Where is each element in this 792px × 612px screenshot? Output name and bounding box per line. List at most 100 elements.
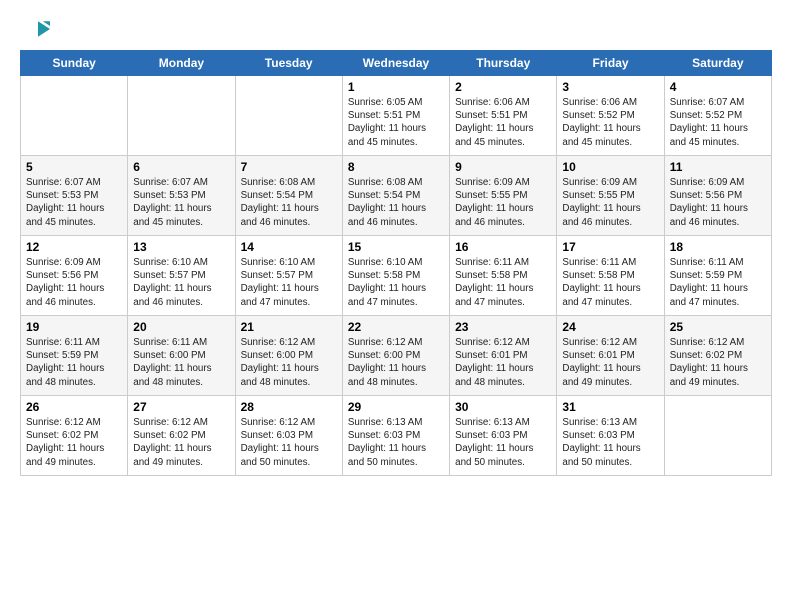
day-number: 12 xyxy=(26,240,122,254)
weekday-monday: Monday xyxy=(128,51,235,76)
day-info: Sunrise: 6:07 AMSunset: 5:53 PMDaylight:… xyxy=(26,176,122,229)
day-cell: 12 Sunrise: 6:09 AMSunset: 5:56 PMDayligh… xyxy=(21,236,128,316)
day-info: Sunrise: 6:09 AMSunset: 5:55 PMDaylight:… xyxy=(455,176,551,229)
weekday-sunday: Sunday xyxy=(21,51,128,76)
day-info: Sunrise: 6:11 AMSunset: 6:00 PMDaylight:… xyxy=(133,336,229,389)
day-cell: 25Sunrise: 6:12 AMSunset: 6:02 PMDayligh… xyxy=(664,316,771,396)
day-info: Sunrise: 6:09 AMSunset: 5:56 PMDaylight:… xyxy=(670,176,766,229)
day-cell: 30 Sunrise: 6:13 AMSunset: 6:03 PMDayligh… xyxy=(450,396,557,476)
day-cell: 20Sunrise: 6:11 AMSunset: 6:00 PMDayligh… xyxy=(128,316,235,396)
day-info: Sunrise: 6:13 AMSunset: 6:03 PMDaylight:… xyxy=(562,416,658,469)
day-info: Sunrise: 6:13 AMSunset: 6:03 PMDaylight:… xyxy=(455,416,551,469)
week-row-2: 5 Sunrise: 6:07 AMSunset: 5:53 PMDaylight… xyxy=(21,156,772,236)
day-number: 30 xyxy=(455,400,551,414)
day-number: 23 xyxy=(455,320,551,334)
logo-icon xyxy=(20,20,50,38)
day-number: 15 xyxy=(348,240,444,254)
day-number: 16 xyxy=(455,240,551,254)
day-number: 17 xyxy=(562,240,658,254)
day-info: Sunrise: 6:12 AMSunset: 6:00 PMDaylight:… xyxy=(348,336,444,389)
day-number: 22 xyxy=(348,320,444,334)
day-info: Sunrise: 6:12 AMSunset: 6:03 PMDaylight:… xyxy=(241,416,337,469)
day-cell: 10Sunrise: 6:09 AMSunset: 5:55 PMDayligh… xyxy=(557,156,664,236)
day-info: Sunrise: 6:12 AMSunset: 6:01 PMDaylight:… xyxy=(455,336,551,389)
weekday-row: SundayMondayTuesdayWednesdayThursdayFrid… xyxy=(21,51,772,76)
day-info: Sunrise: 6:09 AMSunset: 5:56 PMDaylight:… xyxy=(26,256,122,309)
day-number: 8 xyxy=(348,160,444,174)
day-info: Sunrise: 6:12 AMSunset: 6:01 PMDaylight:… xyxy=(562,336,658,389)
day-cell xyxy=(128,76,235,156)
day-number: 31 xyxy=(562,400,658,414)
weekday-friday: Friday xyxy=(557,51,664,76)
day-cell: 24 Sunrise: 6:12 AMSunset: 6:01 PMDayligh… xyxy=(557,316,664,396)
day-number: 14 xyxy=(241,240,337,254)
day-cell: 26Sunrise: 6:12 AMSunset: 6:02 PMDayligh… xyxy=(21,396,128,476)
day-info: Sunrise: 6:07 AMSunset: 5:52 PMDaylight:… xyxy=(670,96,766,149)
day-cell: 9 Sunrise: 6:09 AMSunset: 5:55 PMDaylight… xyxy=(450,156,557,236)
day-info: Sunrise: 6:08 AMSunset: 5:54 PMDaylight:… xyxy=(348,176,444,229)
day-info: Sunrise: 6:06 AMSunset: 5:52 PMDaylight:… xyxy=(562,96,658,149)
day-number: 10 xyxy=(562,160,658,174)
day-cell xyxy=(21,76,128,156)
week-row-5: 26 Sunrise: 6:12 AMSunset: 6:02 PMDayligh… xyxy=(21,396,772,476)
day-cell: 7 Sunrise: 6:08 AMSunset: 5:54 PMDaylight… xyxy=(235,156,342,236)
day-info: Sunrise: 6:10 AMSunset: 5:58 PMDaylight:… xyxy=(348,256,444,309)
day-number: 29 xyxy=(348,400,444,414)
day-cell: 2 Sunrise: 6:06 AMSunset: 5:51 PMDaylight… xyxy=(450,76,557,156)
day-cell xyxy=(664,396,771,476)
day-info: Sunrise: 6:11 AMSunset: 5:59 PMDaylight:… xyxy=(26,336,122,389)
day-cell: 19 Sunrise: 6:11 AMSunset: 5:59 PMDayligh… xyxy=(21,316,128,396)
logo xyxy=(20,20,50,40)
day-number: 5 xyxy=(26,160,122,174)
day-cell: 4Sunrise: 6:07 AMSunset: 5:52 PMDaylight… xyxy=(664,76,771,156)
day-cell: 18Sunrise: 6:11 AMSunset: 5:59 PMDayligh… xyxy=(664,236,771,316)
day-number: 2 xyxy=(455,80,551,94)
day-info: Sunrise: 6:12 AMSunset: 6:02 PMDaylight:… xyxy=(133,416,229,469)
day-number: 25 xyxy=(670,320,766,334)
week-row-4: 19 Sunrise: 6:11 AMSunset: 5:59 PMDayligh… xyxy=(21,316,772,396)
day-number: 27 xyxy=(133,400,229,414)
weekday-saturday: Saturday xyxy=(664,51,771,76)
day-number: 7 xyxy=(241,160,337,174)
day-info: Sunrise: 6:08 AMSunset: 5:54 PMDaylight:… xyxy=(241,176,337,229)
day-cell: 21 Sunrise: 6:12 AMSunset: 6:00 PMDayligh… xyxy=(235,316,342,396)
day-number: 28 xyxy=(241,400,337,414)
day-cell: 29Sunrise: 6:13 AMSunset: 6:03 PMDayligh… xyxy=(342,396,449,476)
day-cell: 6Sunrise: 6:07 AMSunset: 5:53 PMDaylight… xyxy=(128,156,235,236)
day-number: 9 xyxy=(455,160,551,174)
calendar: SundayMondayTuesdayWednesdayThursdayFrid… xyxy=(20,50,772,476)
day-info: Sunrise: 6:12 AMSunset: 6:00 PMDaylight:… xyxy=(241,336,337,389)
day-number: 1 xyxy=(348,80,444,94)
day-info: Sunrise: 6:05 AMSunset: 5:51 PMDaylight:… xyxy=(348,96,444,149)
day-number: 24 xyxy=(562,320,658,334)
calendar-header: SundayMondayTuesdayWednesdayThursdayFrid… xyxy=(21,51,772,76)
day-number: 18 xyxy=(670,240,766,254)
weekday-wednesday: Wednesday xyxy=(342,51,449,76)
day-cell: 1 Sunrise: 6:05 AMSunset: 5:51 PMDaylight… xyxy=(342,76,449,156)
day-info: Sunrise: 6:10 AMSunset: 5:57 PMDaylight:… xyxy=(133,256,229,309)
day-info: Sunrise: 6:10 AMSunset: 5:57 PMDaylight:… xyxy=(241,256,337,309)
day-cell: 14 Sunrise: 6:10 AMSunset: 5:57 PMDayligh… xyxy=(235,236,342,316)
day-number: 19 xyxy=(26,320,122,334)
day-number: 26 xyxy=(26,400,122,414)
day-cell xyxy=(235,76,342,156)
day-cell: 27 Sunrise: 6:12 AMSunset: 6:02 PMDayligh… xyxy=(128,396,235,476)
day-cell: 11 Sunrise: 6:09 AMSunset: 5:56 PMDayligh… xyxy=(664,156,771,236)
day-cell: 31 Sunrise: 6:13 AMSunset: 6:03 PMDayligh… xyxy=(557,396,664,476)
calendar-body: 1 Sunrise: 6:05 AMSunset: 5:51 PMDaylight… xyxy=(21,76,772,476)
day-number: 13 xyxy=(133,240,229,254)
day-cell: 5 Sunrise: 6:07 AMSunset: 5:53 PMDaylight… xyxy=(21,156,128,236)
day-number: 3 xyxy=(562,80,658,94)
page: SundayMondayTuesdayWednesdayThursdayFrid… xyxy=(0,0,792,486)
day-info: Sunrise: 6:11 AMSunset: 5:58 PMDaylight:… xyxy=(455,256,551,309)
day-number: 21 xyxy=(241,320,337,334)
week-row-3: 12 Sunrise: 6:09 AMSunset: 5:56 PMDayligh… xyxy=(21,236,772,316)
week-row-1: 1 Sunrise: 6:05 AMSunset: 5:51 PMDaylight… xyxy=(21,76,772,156)
day-cell: 13 Sunrise: 6:10 AMSunset: 5:57 PMDayligh… xyxy=(128,236,235,316)
day-number: 11 xyxy=(670,160,766,174)
day-cell: 3 Sunrise: 6:06 AMSunset: 5:52 PMDaylight… xyxy=(557,76,664,156)
day-number: 6 xyxy=(133,160,229,174)
day-cell: 23 Sunrise: 6:12 AMSunset: 6:01 PMDayligh… xyxy=(450,316,557,396)
day-info: Sunrise: 6:06 AMSunset: 5:51 PMDaylight:… xyxy=(455,96,551,149)
day-cell: 22 Sunrise: 6:12 AMSunset: 6:00 PMDayligh… xyxy=(342,316,449,396)
